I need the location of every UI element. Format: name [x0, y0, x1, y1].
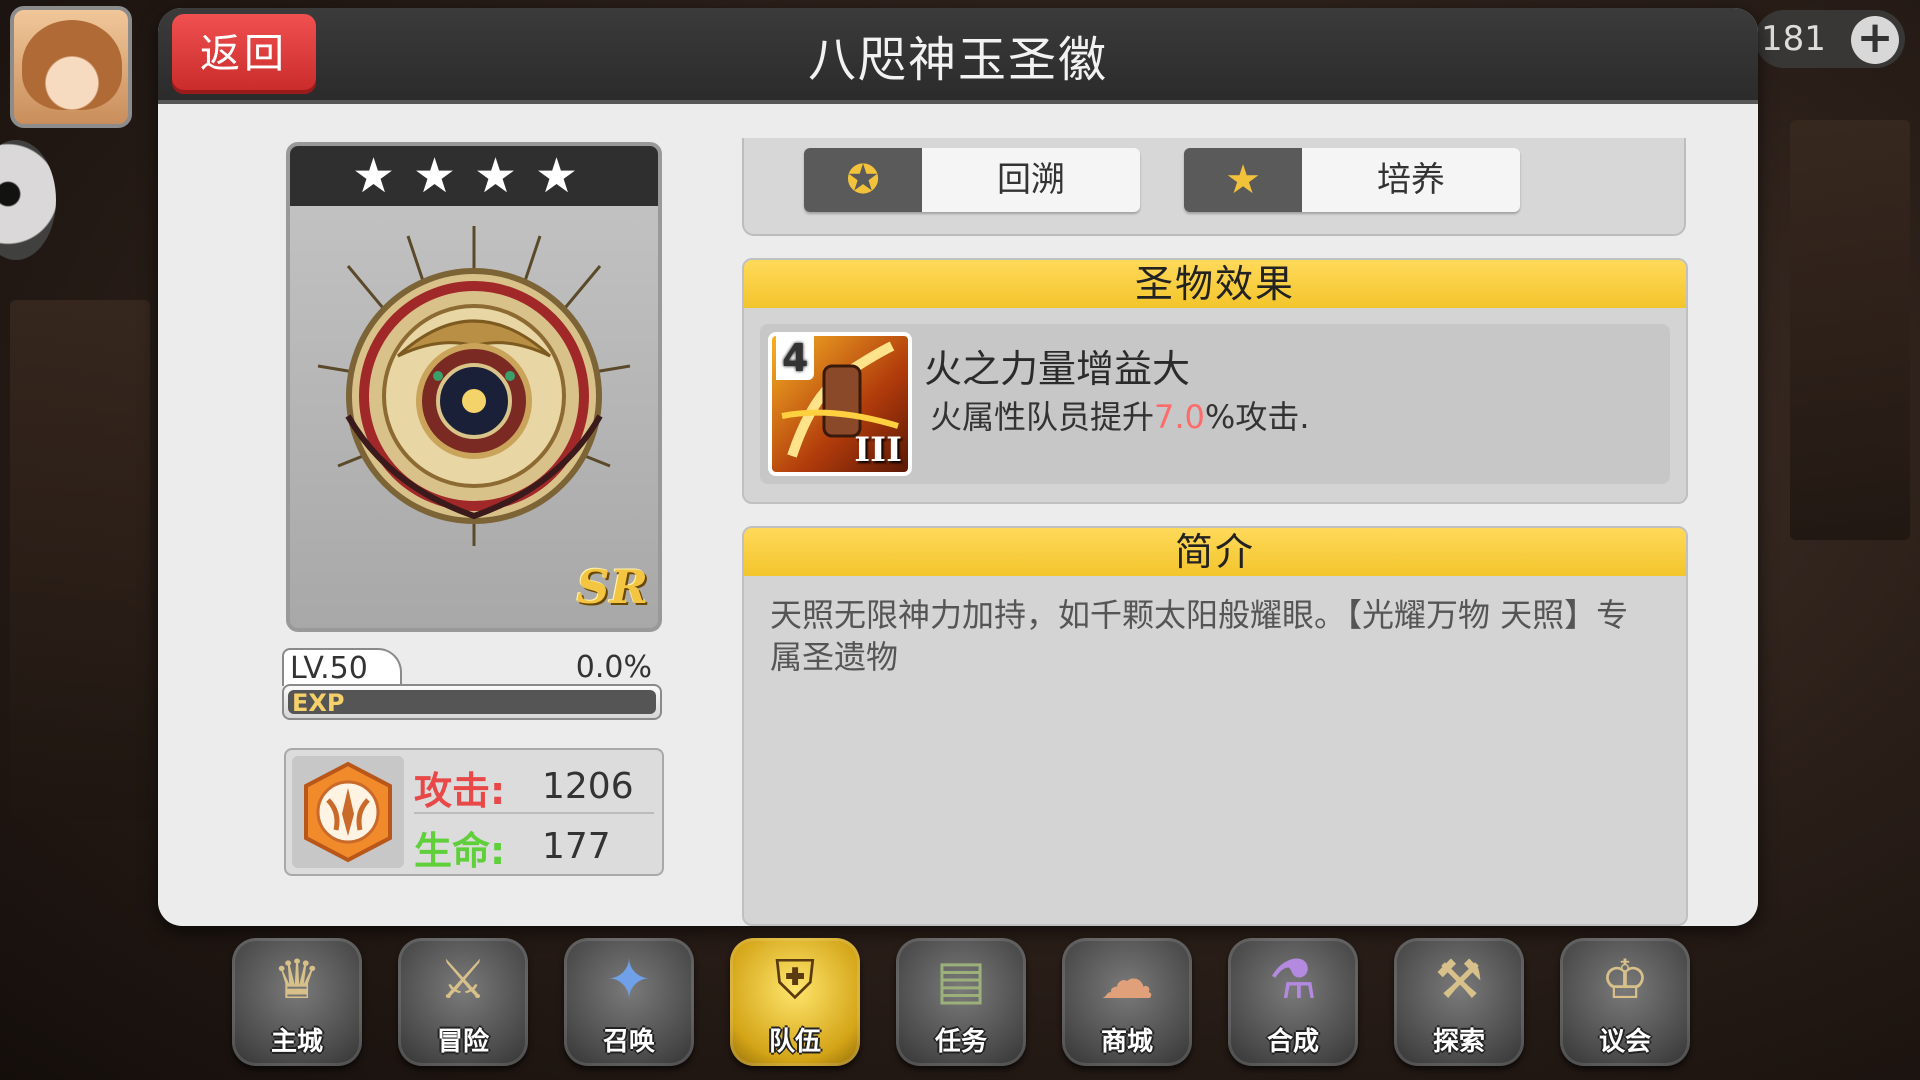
effect-header: 圣物效果: [744, 260, 1686, 308]
star-arrow-icon: ✪: [804, 148, 922, 212]
rarity-badge: SR: [576, 560, 648, 614]
background-shelf: [10, 300, 150, 820]
nav-label: 探索: [1432, 1027, 1485, 1057]
nav-craft[interactable]: ⚗ 合成: [1228, 938, 1358, 1066]
nav-team[interactable]: ⛨ 队伍: [730, 938, 860, 1066]
relic-effect-section: 圣物效果 4 III 火之力量增益大 火属性队员提升7.0%攻击.: [742, 258, 1688, 504]
panda-decoration: [0, 140, 56, 260]
attack-value: 1206: [542, 766, 634, 807]
nav-council[interactable]: ♔ 议会: [1560, 938, 1690, 1066]
avatar-portrait: [22, 20, 122, 110]
fire-fist-icon[interactable]: 4 III: [768, 332, 912, 476]
intro-text: 天照无限神力加持，如千颗太阳般耀眼。【光耀万物 天照】专属圣遗物: [770, 596, 1629, 676]
relic-emblem-icon: [317, 226, 631, 546]
nav-label: 议会: [1598, 1027, 1651, 1057]
cultivate-label: 培养: [1377, 160, 1445, 200]
nav-adventure[interactable]: ⚔ 冒险: [398, 938, 528, 1066]
summon-card-icon: ✦: [606, 948, 652, 1011]
cultivate-button[interactable]: ★ 培养: [1184, 148, 1520, 212]
star-rating: ★★★★: [290, 146, 658, 206]
nav-explore[interactable]: ⚒ 探索: [1394, 938, 1524, 1066]
rollback-button[interactable]: ✪ 回溯: [804, 148, 1140, 212]
nav-label: 商城: [1100, 1027, 1153, 1057]
stats-panel: 攻击: 1206 生命: 177: [284, 748, 664, 876]
nav-label: 合成: [1266, 1027, 1319, 1057]
class-emblem: [292, 756, 404, 868]
currency-value: 181: [1761, 19, 1826, 59]
hp-label: 生命:: [414, 829, 506, 873]
currency-counter: 181 +: [1755, 10, 1905, 68]
hp-value: 177: [542, 826, 611, 867]
nav-shop[interactable]: ☁ 商城: [1062, 938, 1192, 1066]
add-currency-button[interactable]: +: [1851, 16, 1899, 64]
nav-label: 召唤: [602, 1027, 655, 1057]
level-label: LV.50: [282, 648, 402, 686]
title-bar: 八咫神玉圣徽 返回: [158, 8, 1758, 104]
attack-label: 攻击:: [414, 769, 506, 813]
effect-desc-suffix: %攻击.: [1204, 398, 1310, 436]
tree-icon: ☁: [1100, 948, 1154, 1011]
potion-icon: ⚗: [1268, 948, 1318, 1011]
nav-summon[interactable]: ✦ 召唤: [564, 938, 694, 1066]
nav-label: 冒险: [436, 1027, 489, 1057]
effect-item: 4 III 火之力量增益大 火属性队员提升7.0%攻击.: [760, 324, 1670, 484]
book-icon: ▤: [935, 948, 987, 1011]
page-title: 八咫神玉圣徽: [807, 32, 1108, 88]
effect-description: 火属性队员提升7.0%攻击.: [930, 392, 1310, 438]
effect-name: 火之力量增益大: [924, 347, 1191, 391]
intro-section: 简介 天照无限神力加持，如千颗太阳般耀眼。【光耀万物 天照】专属圣遗物: [742, 526, 1688, 926]
background-shelf: [1790, 120, 1910, 540]
effect-level: 4: [776, 336, 815, 380]
effect-rank: III: [854, 430, 902, 470]
attack-stat: 攻击: 1206: [414, 756, 654, 814]
action-tabs: ✪ 回溯 ★ 培养: [742, 138, 1686, 236]
shovel-icon: ⚒: [1434, 948, 1484, 1011]
hp-stat: 生命: 177: [414, 816, 654, 873]
exp-label: EXP: [292, 689, 345, 717]
level-box: LV.50 0.0% EXP: [282, 648, 666, 726]
player-avatar[interactable]: [10, 6, 132, 128]
bottom-nav: ♛ 主城 ⚔ 冒险 ✦ 召唤 ⛨ 队伍 ▤ 任务 ☁ 商城 ⚗ 合成 ⚒ 探索 …: [232, 938, 1692, 1070]
council-crown-icon: ♔: [1600, 948, 1650, 1011]
nav-quest[interactable]: ▤ 任务: [896, 938, 1026, 1066]
crown-icon: ♛: [272, 948, 322, 1011]
effect-desc-prefix: 火属性队员提升: [930, 398, 1155, 436]
nav-label: 主城: [270, 1027, 323, 1057]
relic-detail-panel: 八咫神玉圣徽 返回 ★★★★ SR LV.50 0.0% EXP 攻击: 120…: [158, 8, 1758, 926]
winged-shield-icon: ⛨: [774, 948, 816, 1011]
axe-icon: ⚔: [438, 948, 488, 1011]
relic-card: ★★★★ SR: [286, 142, 662, 632]
nav-main-city[interactable]: ♛ 主城: [232, 938, 362, 1066]
rollback-label: 回溯: [997, 160, 1065, 200]
nav-label: 任务: [934, 1027, 987, 1057]
exp-bar: EXP: [282, 684, 662, 720]
star-wings-icon: ★: [1184, 148, 1302, 212]
fire-class-icon: [304, 761, 392, 863]
effect-desc-value: 7.0: [1154, 398, 1205, 436]
back-button[interactable]: 返回: [172, 14, 316, 94]
exp-percent: 0.0%: [575, 650, 652, 685]
nav-label: 队伍: [768, 1027, 821, 1057]
intro-header: 简介: [744, 528, 1686, 576]
exp-track: EXP: [288, 689, 656, 717]
